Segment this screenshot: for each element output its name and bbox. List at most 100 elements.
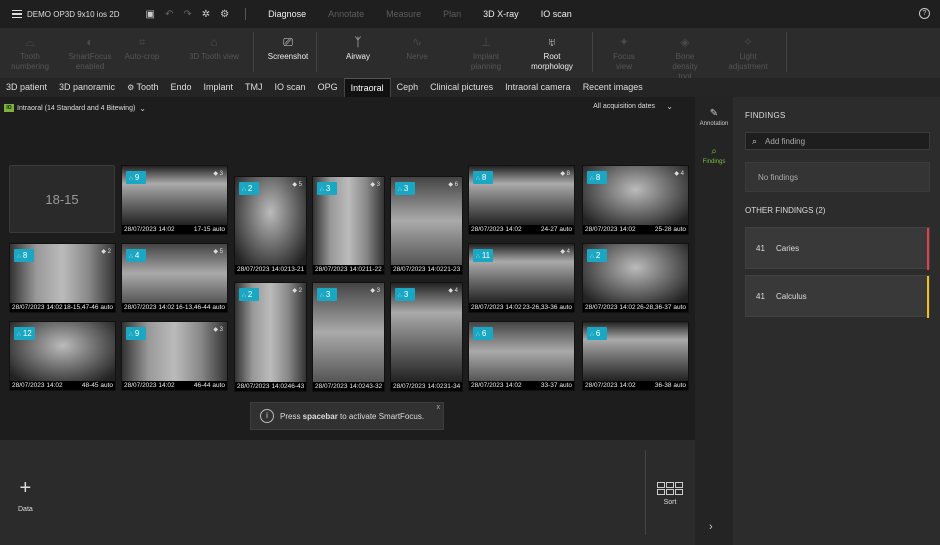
- sort-button[interactable]: Sort: [657, 482, 683, 506]
- data-button[interactable]: + Data: [18, 478, 33, 513]
- mode-annotate[interactable]: Annotate: [328, 9, 364, 19]
- tool-label: Root morphology: [531, 52, 573, 71]
- xray-thumbnail[interactable]: ∴ 8 ◆ 8 28/07/2023 14:02 24-27 auto: [468, 165, 575, 235]
- xray-thumbnail[interactable]: ∴ 9 ◆ 3 28/07/2023 14:02 17-15 auto: [121, 165, 228, 235]
- dots-icon: ∴: [129, 254, 133, 260]
- mode-diagnose[interactable]: Diagnose: [268, 9, 306, 19]
- xray-thumbnail[interactable]: ∴ 11 ◆ 4 28/07/2023 14:02 23-26,33-36 auto: [468, 243, 575, 313]
- tooth-range-label: 48-45 auto: [81, 382, 113, 389]
- mode-tabs: Diagnose Annotate Measure Plan 3D X-ray IO sc…: [268, 9, 594, 19]
- menu-icon[interactable]: [12, 9, 22, 19]
- add-finding-placeholder: Add finding: [765, 136, 806, 146]
- tab-endo[interactable]: Endo: [165, 78, 198, 97]
- screenshot-icon: ⎚: [283, 35, 293, 49]
- tab-implant[interactable]: Implant: [198, 78, 240, 97]
- bottom-panel: + Data Sort: [0, 440, 695, 545]
- tool-smartfocus-enabled: ◐ SmartFocus enabled: [66, 28, 114, 78]
- acquisition-date: 28/07/2023 14:02: [315, 266, 366, 273]
- annotation-count-badge: ∴ 6: [587, 327, 607, 340]
- xray-thumbnail[interactable]: ∴ 6 28/07/2023 14:02 33-37 auto: [468, 321, 575, 391]
- tab-tooth[interactable]: ⚙ Tooth: [121, 78, 164, 97]
- xray-thumbnail[interactable]: ∴ 6 28/07/2023 14:02 36-38 auto: [582, 321, 689, 391]
- dots-icon: ∴: [476, 254, 480, 260]
- xray-thumbnail[interactable]: ∴3◆ 328/07/2023 14:0243-32 auto: [312, 282, 385, 392]
- xray-thumbnail[interactable]: ∴ 4 ◆ 5 28/07/2023 14:02 16-13,46-44 auto: [121, 243, 228, 313]
- stack-count: 5: [219, 249, 223, 255]
- tool-label: Screenshot: [267, 52, 309, 61]
- thumbnail-meta: 28/07/2023 14:0243-32 auto: [315, 383, 384, 390]
- layers-icon: ◆ 5: [292, 182, 302, 188]
- tooth-range-label: 31-34 auto: [443, 383, 462, 390]
- tab-clinical-pictures[interactable]: Clinical pictures: [424, 78, 499, 97]
- tooth-range-label: 26-28,36-37 auto: [636, 304, 686, 311]
- tab-intraoral-camera[interactable]: Intraoral camera: [499, 78, 577, 97]
- mode-io-scan[interactable]: IO scan: [541, 9, 572, 19]
- tab-recent-images[interactable]: Recent images: [577, 78, 649, 97]
- finding-card-calculus[interactable]: 41 Calculus: [745, 275, 930, 318]
- xray-thumbnail[interactable]: ∴ 8 ◆ 2 28/07/2023 14:02 18-15,47-46 auto: [9, 243, 116, 313]
- undo-icon[interactable]: ↶: [165, 9, 173, 20]
- date-filter[interactable]: All acquisition dates: [593, 103, 655, 110]
- chevron-right-icon[interactable]: ›: [709, 521, 713, 533]
- xray-thumbnail[interactable]: ∴3◆ 328/07/2023 14:0211-22 auto: [312, 176, 385, 275]
- tab-io-scan[interactable]: IO scan: [269, 78, 312, 97]
- sort-label: Sort: [663, 499, 677, 506]
- tool-label: SmartFocus enabled: [68, 52, 112, 71]
- xray-thumbnail[interactable]: ∴ 8 ◆ 4 28/07/2023 14:02 25-28 auto: [582, 165, 689, 235]
- add-finding-input[interactable]: ⌕ Add finding: [745, 132, 930, 150]
- thumbnail-meta: 28/07/2023 14:02 48-45 auto: [12, 382, 113, 389]
- annotation-tab[interactable]: ✎ Annotation: [695, 107, 733, 127]
- tab-3d-panoramic[interactable]: 3D panoramic: [53, 78, 121, 97]
- tooth-range-label: 43-32 auto: [365, 383, 384, 390]
- tool-root-morphology[interactable]: ♅ Root morphology: [521, 28, 583, 78]
- layers-icon: ◆ 6: [448, 182, 458, 188]
- xray-thumbnail[interactable]: ∴3 ◆ 4 28/07/2023 14:0231-34 auto: [390, 282, 463, 392]
- stack-count: 3: [219, 327, 223, 333]
- empty-slot[interactable]: 18-15: [9, 165, 115, 233]
- xray-thumbnail[interactable]: ∴ 12 28/07/2023 14:02 48-45 auto: [9, 321, 116, 391]
- tab-ceph[interactable]: Ceph: [391, 78, 425, 97]
- tool-ribbon: ⌓ Tooth numbering ◐ SmartFocus enabled ⌗ Auto…: [0, 28, 940, 81]
- aperture-icon[interactable]: ✲: [202, 9, 210, 20]
- tab-intraoral[interactable]: Intraoral: [343, 78, 391, 97]
- acquisition-date: 28/07/2023 14:02: [471, 382, 522, 389]
- tooth-range-label: 46-44 auto: [193, 382, 225, 389]
- help-icon[interactable]: ?: [919, 8, 930, 19]
- tab-tmj[interactable]: TMJ: [239, 78, 269, 97]
- tool-label: Nerve: [406, 52, 428, 61]
- dots-icon: ∴: [17, 254, 21, 260]
- tab-3d-patient[interactable]: 3D patient: [0, 78, 53, 97]
- stack-count: 2: [107, 249, 111, 255]
- mode-measure[interactable]: Measure: [386, 9, 421, 19]
- badge-count: 11: [481, 251, 491, 260]
- mode-plan[interactable]: Plan: [443, 9, 461, 19]
- xray-thumbnail[interactable]: ∴2 ◆ 5 28/07/2023 14:0213-21 auto: [234, 176, 307, 275]
- tool-tooth-numbering: ⌓ Tooth numbering: [6, 28, 54, 78]
- badge-count: 6: [595, 329, 601, 338]
- xray-thumbnail[interactable]: ∴ 2 28/07/2023 14:02 26-28,36-37 auto: [582, 243, 689, 313]
- save-icon[interactable]: ▣: [145, 9, 154, 20]
- close-icon[interactable]: x: [437, 404, 441, 411]
- layers-icon: ◆ 3: [213, 171, 223, 177]
- redo-icon[interactable]: ↷: [183, 9, 191, 20]
- acquisition-date: 28/07/2023 14:02: [471, 304, 522, 311]
- side-rail: ✎ Annotation ⌕ Findings ›: [695, 97, 733, 545]
- acquisition-date: 28/07/2023 14:02: [124, 382, 175, 389]
- settings-icon[interactable]: ⚙: [220, 9, 229, 20]
- focus-icon: ✦: [618, 35, 630, 49]
- series-title[interactable]: Intraoral (14 Standard and 4 Bitewing): [17, 105, 135, 112]
- chevron-down-icon[interactable]: ⌄: [139, 104, 146, 113]
- tooth-range-label: 33-37 auto: [540, 382, 572, 389]
- tool-airway[interactable]: ᛉ Airway: [332, 28, 384, 78]
- tool-screenshot[interactable]: ⎚ Screenshot: [262, 28, 314, 78]
- annotation-count-badge: ∴ 12: [14, 327, 35, 340]
- xray-thumbnail[interactable]: ∴ 9 ◆ 3 28/07/2023 14:02 46-44 auto: [121, 321, 228, 391]
- mode-3d-x-ray[interactable]: 3D X-ray: [483, 9, 519, 19]
- chevron-down-icon[interactable]: ⌄: [666, 102, 673, 111]
- tab-label: Intraoral camera: [505, 82, 571, 92]
- finding-card-caries[interactable]: 41 Caries: [745, 227, 930, 270]
- tab-opg[interactable]: OPG: [312, 78, 344, 97]
- xray-thumbnail[interactable]: ∴2◆ 228/07/2023 14:0246-43 auto: [234, 282, 307, 392]
- xray-thumbnail[interactable]: ∴3 ◆ 6 28/07/2023 14:0221-23 auto: [390, 176, 463, 275]
- findings-tab[interactable]: ⌕ Findings: [695, 145, 733, 165]
